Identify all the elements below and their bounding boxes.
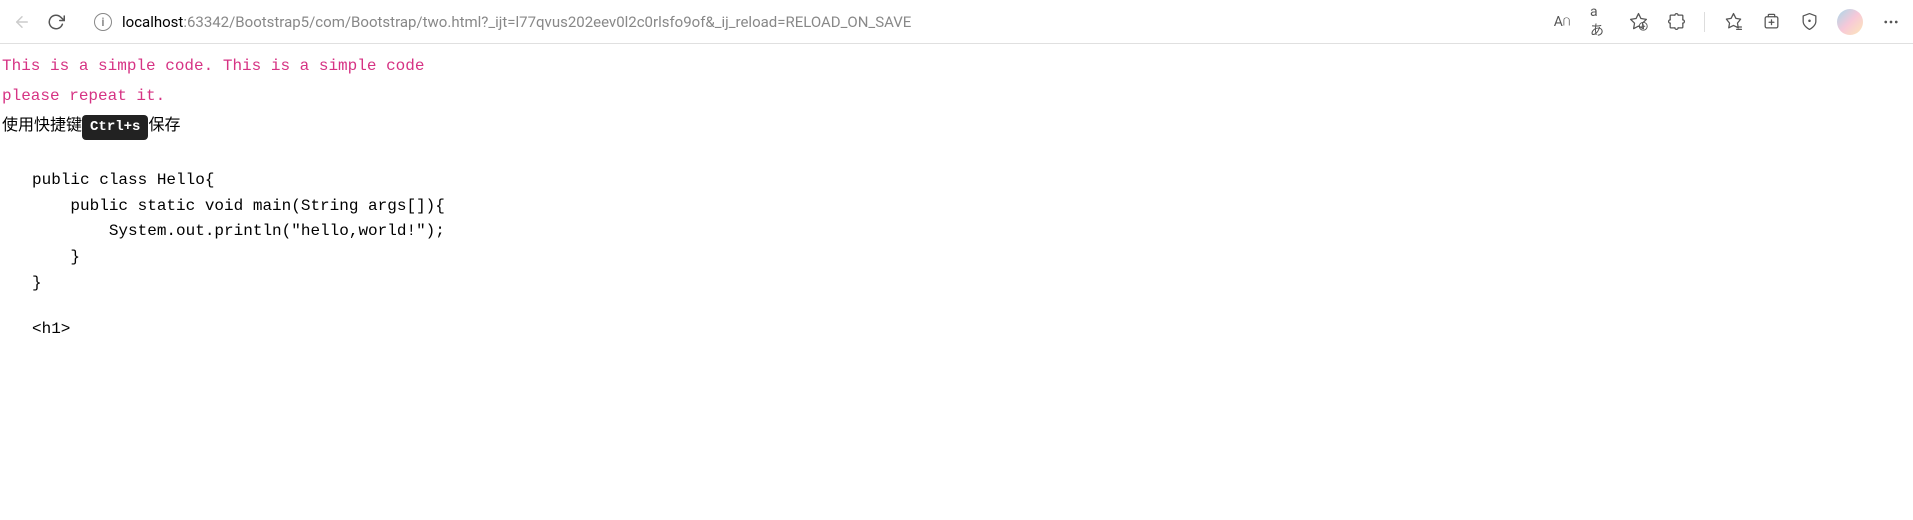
- favorite-icon[interactable]: [1628, 12, 1648, 32]
- collections-icon[interactable]: [1761, 12, 1781, 32]
- pink-text-block: This is a simple code. This is a simple …: [2, 54, 1911, 109]
- address-bar[interactable]: i localhost:63342/Bootstrap5/com/Bootstr…: [84, 9, 1534, 35]
- browser-toolbar: i localhost:63342/Bootstrap5/com/Bootstr…: [0, 0, 1913, 44]
- page-content: This is a simple code. This is a simple …: [0, 44, 1913, 348]
- toolbar-actions: A⋂ aあ: [1552, 9, 1901, 35]
- shortcut-prefix: 使用快捷键: [2, 115, 82, 134]
- shortcut-suffix: 保存: [148, 115, 180, 134]
- url-path: :63342/Bootstrap5/com/Bootstrap/two.html…: [183, 13, 911, 31]
- h1-tag-text: <h1>: [32, 320, 1911, 338]
- translate-icon[interactable]: aあ: [1590, 12, 1610, 32]
- favorites-list-icon[interactable]: [1723, 12, 1743, 32]
- text-size-icon[interactable]: A⋂: [1552, 12, 1572, 32]
- site-info-icon[interactable]: i: [94, 13, 112, 31]
- pink-line-1: This is a simple code. This is a simple …: [2, 54, 1911, 80]
- keyboard-shortcut: Ctrl+s: [82, 115, 148, 140]
- back-button[interactable]: [12, 12, 32, 32]
- profile-avatar[interactable]: [1837, 9, 1863, 35]
- more-menu-icon[interactable]: [1881, 12, 1901, 32]
- shortcut-line: 使用快捷键Ctrl+s保存: [2, 113, 1911, 140]
- refresh-button[interactable]: [46, 12, 66, 32]
- extensions-icon[interactable]: [1666, 12, 1686, 32]
- url-host: localhost: [122, 13, 183, 31]
- security-icon[interactable]: [1799, 12, 1819, 32]
- url-text: localhost:63342/Bootstrap5/com/Bootstrap…: [122, 13, 911, 31]
- code-block: public class Hello{ public static void m…: [32, 168, 1911, 296]
- nav-buttons: [12, 12, 66, 32]
- pink-line-2: please repeat it.: [2, 84, 1911, 110]
- toolbar-divider: [1704, 12, 1705, 32]
